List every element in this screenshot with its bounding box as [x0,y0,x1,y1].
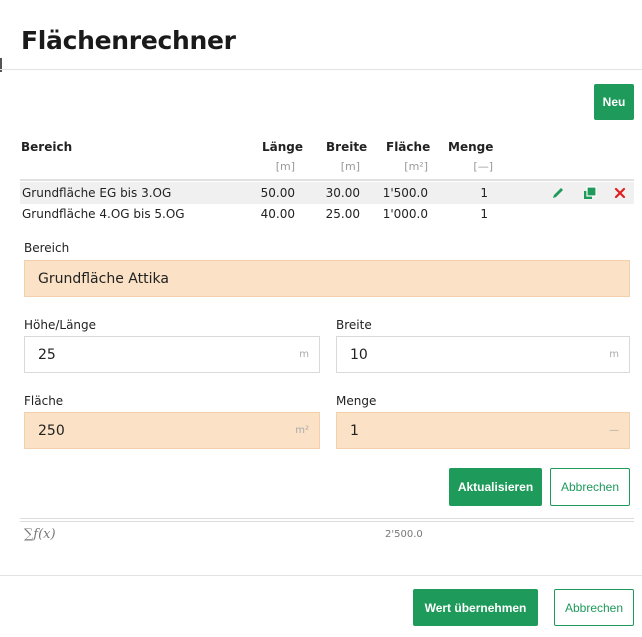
column-header-bereich: Bereich [21,140,73,154]
sum-symbol: ∑f(x) [24,527,56,542]
bereich-input[interactable]: Grundfläche Attika [24,260,630,297]
modal-header: Flächenrechner [0,0,642,70]
cell-laenge: 50.00 [260,186,295,200]
cell-menge: 1 [480,186,488,200]
column-header-breite: Breite [326,140,368,154]
pencil-icon[interactable] [550,185,566,201]
cell-breite: 25.00 [325,207,360,221]
hoehe-unit: m [299,349,309,360]
table-row[interactable]: Grundfläche EG bis 3.OG 50.00 30.00 1'50… [20,182,634,204]
hoehe-input[interactable]: 25 m [24,336,320,373]
cancel-edit-button[interactable]: Abbrechen [550,468,630,506]
column-header-flaeche: Fläche [386,140,431,154]
hoehe-value: 25 [38,347,56,363]
new-button[interactable]: Neu [594,84,634,120]
menge-input[interactable]: 1 — [336,412,630,449]
cell-flaeche: 1'500.0 [382,186,428,200]
flaeche-input[interactable]: 250 m² [24,412,320,449]
modal-title: Flächenrechner [21,26,236,55]
menge-value: 1 [350,423,359,439]
cancel-button[interactable]: Abbrechen [554,589,634,626]
breite-label: Breite [336,318,372,332]
sum-value: 2'500.0 [385,529,423,540]
menge-label: Menge [336,394,377,408]
column-header-laenge: Länge [262,140,304,154]
footer-divider [0,575,642,576]
cell-breite: 30.00 [325,186,360,200]
copy-icon[interactable] [582,185,598,201]
delete-icon[interactable] [612,185,628,201]
hoehe-label: Höhe/Länge [24,318,97,332]
breite-unit: m [609,349,619,360]
cell-laenge: 40.00 [260,207,295,221]
table-row[interactable]: Grundfläche 4.OG bis 5.OG 40.00 25.00 1'… [20,203,634,225]
breite-input[interactable]: 10 m [336,336,630,373]
breite-value: 10 [350,347,368,363]
apply-value-button[interactable]: Wert übernehmen [413,589,538,626]
bereich-label: Bereich [24,241,70,255]
flaeche-label: Fläche [24,394,64,408]
cell-menge: 1 [480,207,488,221]
unit-laenge: [m] [275,160,295,173]
unit-menge: [—] [473,160,493,173]
cell-bereich: Grundfläche 4.OG bis 5.OG [22,207,185,221]
flaeche-value: 250 [38,423,65,439]
flaeche-unit: m² [295,425,309,436]
table-divider [20,179,634,181]
column-header-menge: Menge [448,140,494,154]
unit-flaeche: [m²] [404,160,428,173]
sum-divider-bottom [20,521,634,522]
cell-flaeche: 1'000.0 [382,207,428,221]
bereich-value: Grundfläche Attika [38,271,169,287]
cell-bereich: Grundfläche EG bis 3.OG [22,186,172,200]
sum-divider-top [20,518,634,519]
update-button[interactable]: Aktualisieren [449,468,542,506]
menge-unit: — [609,425,619,436]
unit-breite: [m] [340,160,360,173]
